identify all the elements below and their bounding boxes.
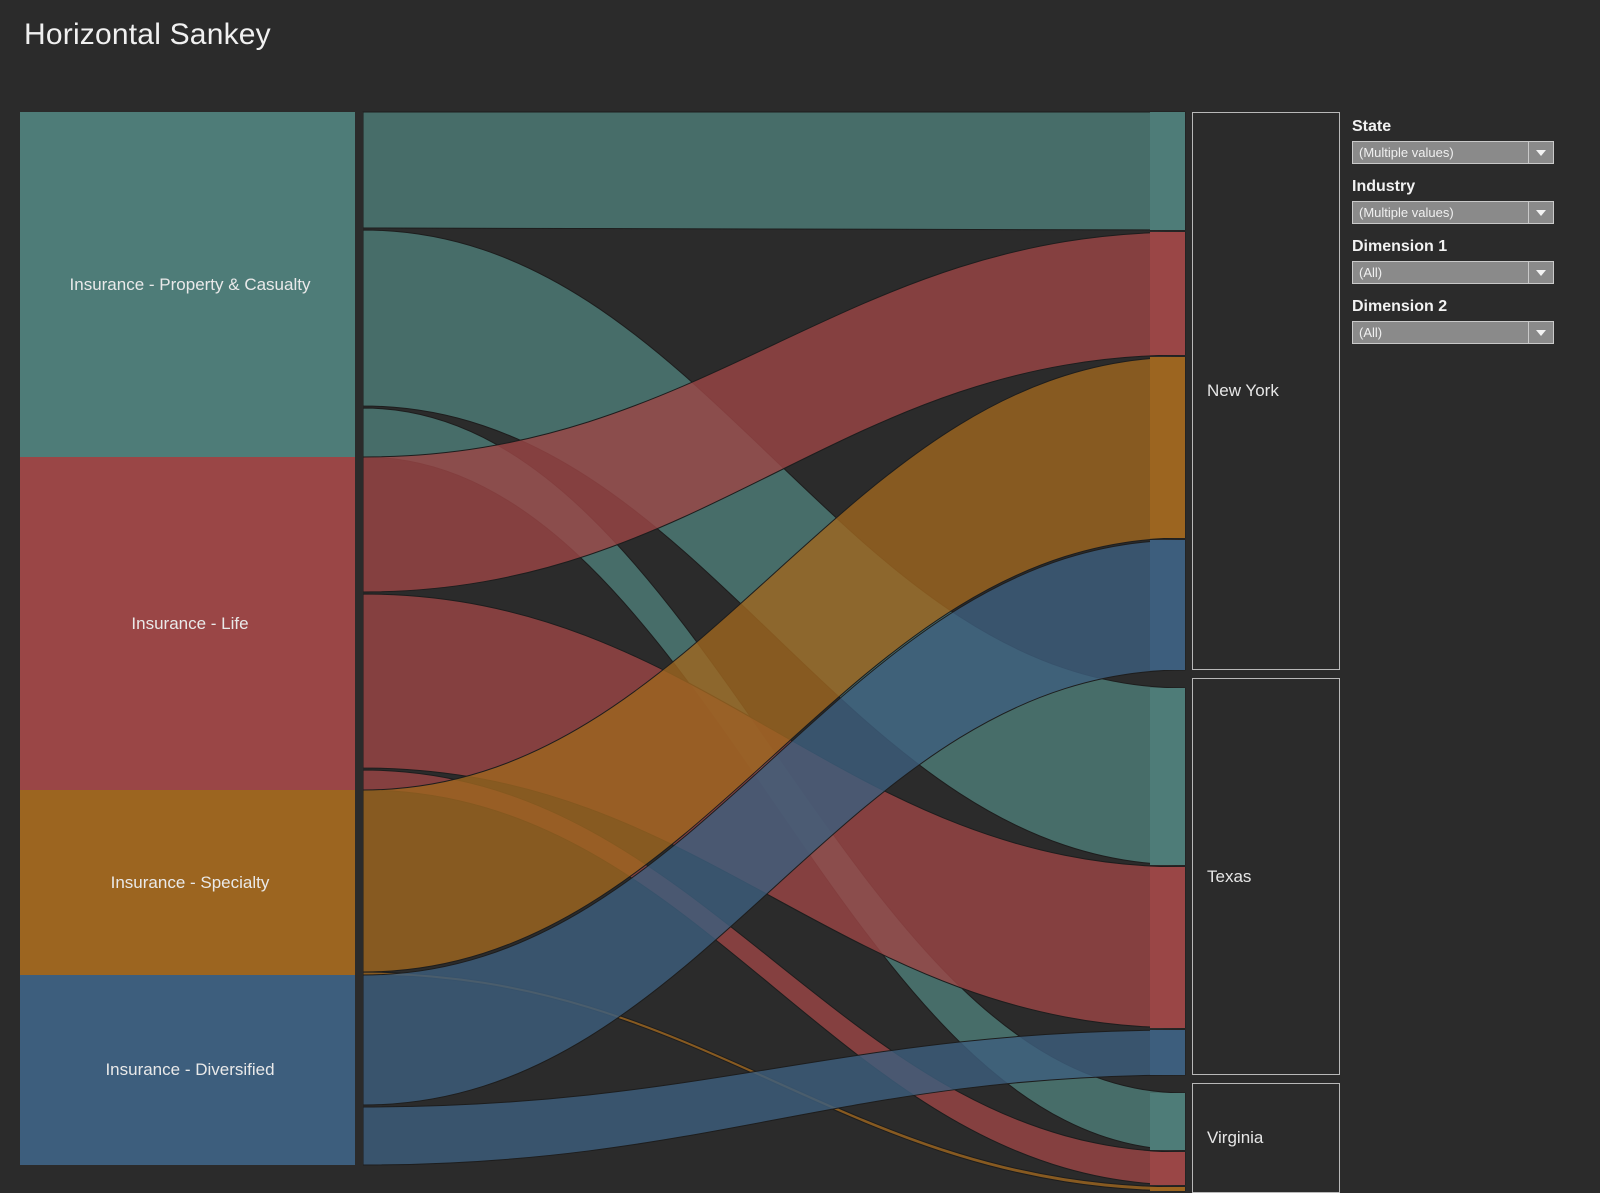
target-arrival-segment xyxy=(1150,688,1185,865)
target-node-label-tx: Texas xyxy=(1207,866,1252,886)
sankey-link[interactable] xyxy=(362,111,1186,231)
source-bar-separator xyxy=(355,112,363,1193)
target-node-label-ny: New York xyxy=(1207,381,1279,400)
source-node-spec[interactable] xyxy=(20,790,355,975)
filter-value-industry[interactable]: (Multiple values) xyxy=(1353,202,1528,223)
chevron-down-icon[interactable] xyxy=(1528,142,1553,163)
source-node-pc[interactable] xyxy=(20,112,355,457)
chevron-down-icon[interactable] xyxy=(1528,202,1553,223)
target-node-label-va: Virginia xyxy=(1207,1128,1264,1147)
filter-value-dimension2[interactable]: (All) xyxy=(1353,322,1528,343)
filter-panel: State (Multiple values) Industry (Multiple … xyxy=(1352,118,1567,358)
chevron-down-icon[interactable] xyxy=(1528,262,1553,283)
target-arrival-segment xyxy=(1150,112,1185,230)
filter-dropdown-dimension1[interactable]: (All) xyxy=(1352,261,1554,284)
target-arrival-segment xyxy=(1150,1093,1185,1150)
target-arrival-segment xyxy=(1150,1152,1185,1185)
target-arrival-segment xyxy=(1150,232,1185,355)
filter-dropdown-industry[interactable]: (Multiple values) xyxy=(1352,201,1554,224)
sankey-svg xyxy=(20,111,1340,1193)
source-node-bar xyxy=(20,112,363,1193)
target-arrival-segment xyxy=(1150,1187,1185,1191)
target-label-boxes xyxy=(1192,112,1340,1193)
filter-value-state[interactable]: (Multiple values) xyxy=(1353,142,1528,163)
filter-group-dimension2: Dimension 2 (All) xyxy=(1352,298,1567,344)
source-node-div[interactable] xyxy=(20,975,355,1165)
filter-group-industry: Industry (Multiple values) xyxy=(1352,178,1567,224)
chevron-down-icon[interactable] xyxy=(1528,322,1553,343)
target-arrival-segment xyxy=(1150,357,1185,538)
target-node-bar xyxy=(1150,112,1185,1191)
filter-dropdown-state[interactable]: (Multiple values) xyxy=(1352,141,1554,164)
filter-title-dimension2: Dimension 2 xyxy=(1352,298,1448,315)
target-arrival-segment xyxy=(1150,1030,1185,1075)
filter-value-dimension1[interactable]: (All) xyxy=(1353,262,1528,283)
source-node-life[interactable] xyxy=(20,457,355,790)
filter-title-dimension1: Dimension 1 xyxy=(1352,238,1448,255)
filter-group-dimension1: Dimension 1 (All) xyxy=(1352,238,1567,284)
filter-title-industry: Industry xyxy=(1352,178,1416,195)
filter-title-state: State xyxy=(1352,118,1392,135)
sankey-links xyxy=(362,111,1186,1192)
filter-group-state: State (Multiple values) xyxy=(1352,118,1567,164)
sankey-chart: Insurance - Property & Casualty Insurance… xyxy=(0,0,1345,1193)
target-arrival-segment xyxy=(1150,540,1185,670)
target-arrival-segment xyxy=(1150,867,1185,1028)
filter-dropdown-dimension2[interactable]: (All) xyxy=(1352,321,1554,344)
